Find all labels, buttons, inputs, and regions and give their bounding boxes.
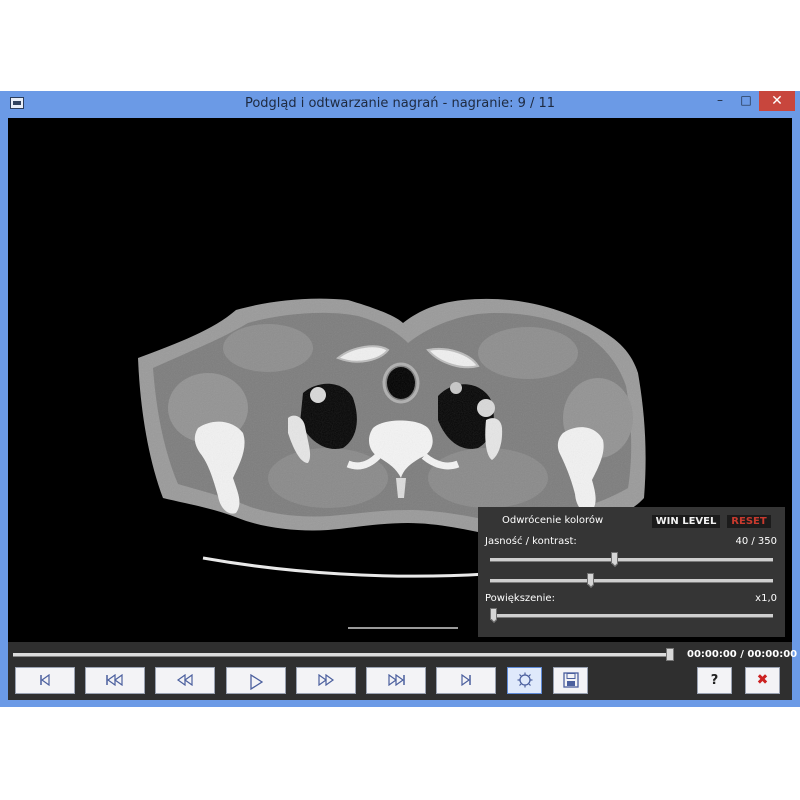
- player-window: Podgląd i odtwarzanie nagrań - nagranie:…: [0, 91, 800, 707]
- rewind-button[interactable]: [155, 667, 215, 694]
- play-button[interactable]: [226, 667, 286, 694]
- zoom-slider-track[interactable]: [490, 614, 773, 618]
- title-bar[interactable]: Podgląd i odtwarzanie nagrań - nagranie:…: [0, 91, 800, 117]
- invert-colors-toggle[interactable]: Odwrócenie kolorów: [502, 515, 603, 526]
- brightness-slider-track[interactable]: [490, 558, 773, 562]
- brightness-contrast-value: 40 / 350: [735, 536, 777, 547]
- win-level-button[interactable]: WIN LEVEL: [652, 515, 720, 528]
- reset-button[interactable]: RESET: [727, 515, 771, 528]
- last-frame-icon: [461, 673, 471, 687]
- brightness-contrast-label: Jasność / kontrast:: [485, 536, 577, 547]
- help-icon: ?: [710, 673, 719, 688]
- minimize-button[interactable]: –: [707, 91, 733, 111]
- playback-controls: 00:00:00 / 00:00:00 ? ✖: [8, 642, 797, 700]
- skip-forward-button[interactable]: [366, 667, 426, 694]
- skip-back-icon: [106, 673, 123, 687]
- exit-button[interactable]: ✖: [745, 667, 780, 694]
- contrast-slider-thumb[interactable]: [586, 573, 594, 585]
- fast-forward-icon: [318, 673, 335, 687]
- first-frame-icon: [40, 673, 50, 687]
- time-readout: 00:00:00 / 00:00:00: [687, 649, 798, 660]
- seek-thumb[interactable]: [666, 648, 674, 661]
- zoom-slider-thumb[interactable]: [490, 608, 497, 620]
- window-title: Podgląd i odtwarzanie nagrań - nagranie:…: [244, 96, 556, 111]
- zoom-value: x1,0: [755, 593, 777, 604]
- fast-forward-button[interactable]: [296, 667, 356, 694]
- window-level-toggle[interactable]: [507, 667, 542, 694]
- exit-icon: ✖: [756, 672, 769, 688]
- maximize-button[interactable]: □: [733, 91, 759, 111]
- image-settings-panel: Odwrócenie kolorów WIN LEVEL RESET Jasno…: [478, 507, 785, 637]
- first-frame-button[interactable]: [15, 667, 75, 694]
- skip-forward-icon: [388, 673, 405, 687]
- play-icon: [250, 673, 264, 691]
- seek-bar[interactable]: [13, 653, 674, 657]
- contrast-slider-track[interactable]: [490, 579, 773, 583]
- help-button[interactable]: ?: [697, 667, 732, 694]
- brightness-slider-thumb[interactable]: [611, 552, 619, 564]
- window-level-icon: [517, 672, 532, 688]
- save-icon: [562, 672, 579, 688]
- rewind-icon: [176, 673, 193, 687]
- zoom-label: Powiększenie:: [485, 593, 555, 604]
- close-button[interactable]: ✕: [759, 91, 795, 111]
- save-button[interactable]: [553, 667, 588, 694]
- last-frame-button[interactable]: [436, 667, 496, 694]
- skip-back-button[interactable]: [85, 667, 145, 694]
